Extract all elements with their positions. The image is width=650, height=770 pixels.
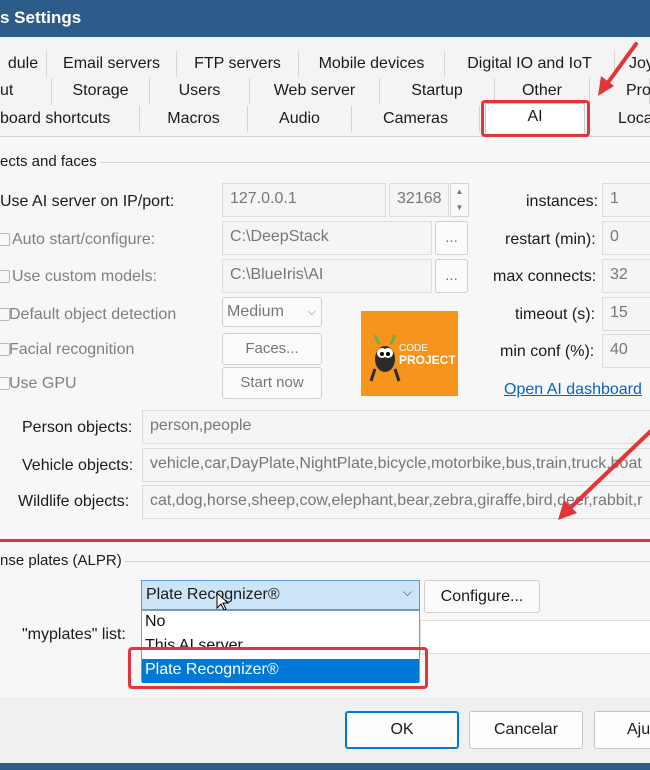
arrow-to-ai-tab-icon [598,42,638,96]
settings-window: s Settings dule Email servers FTP server… [0,0,650,770]
arrow-to-alpr-section-icon [558,429,650,520]
window-bottom-border [0,763,650,770]
help-button[interactable]: Aju [594,711,650,749]
cancel-button[interactable]: Cancelar [469,711,583,749]
annotation-arrows [558,42,650,520]
ok-button[interactable]: OK [345,711,459,749]
